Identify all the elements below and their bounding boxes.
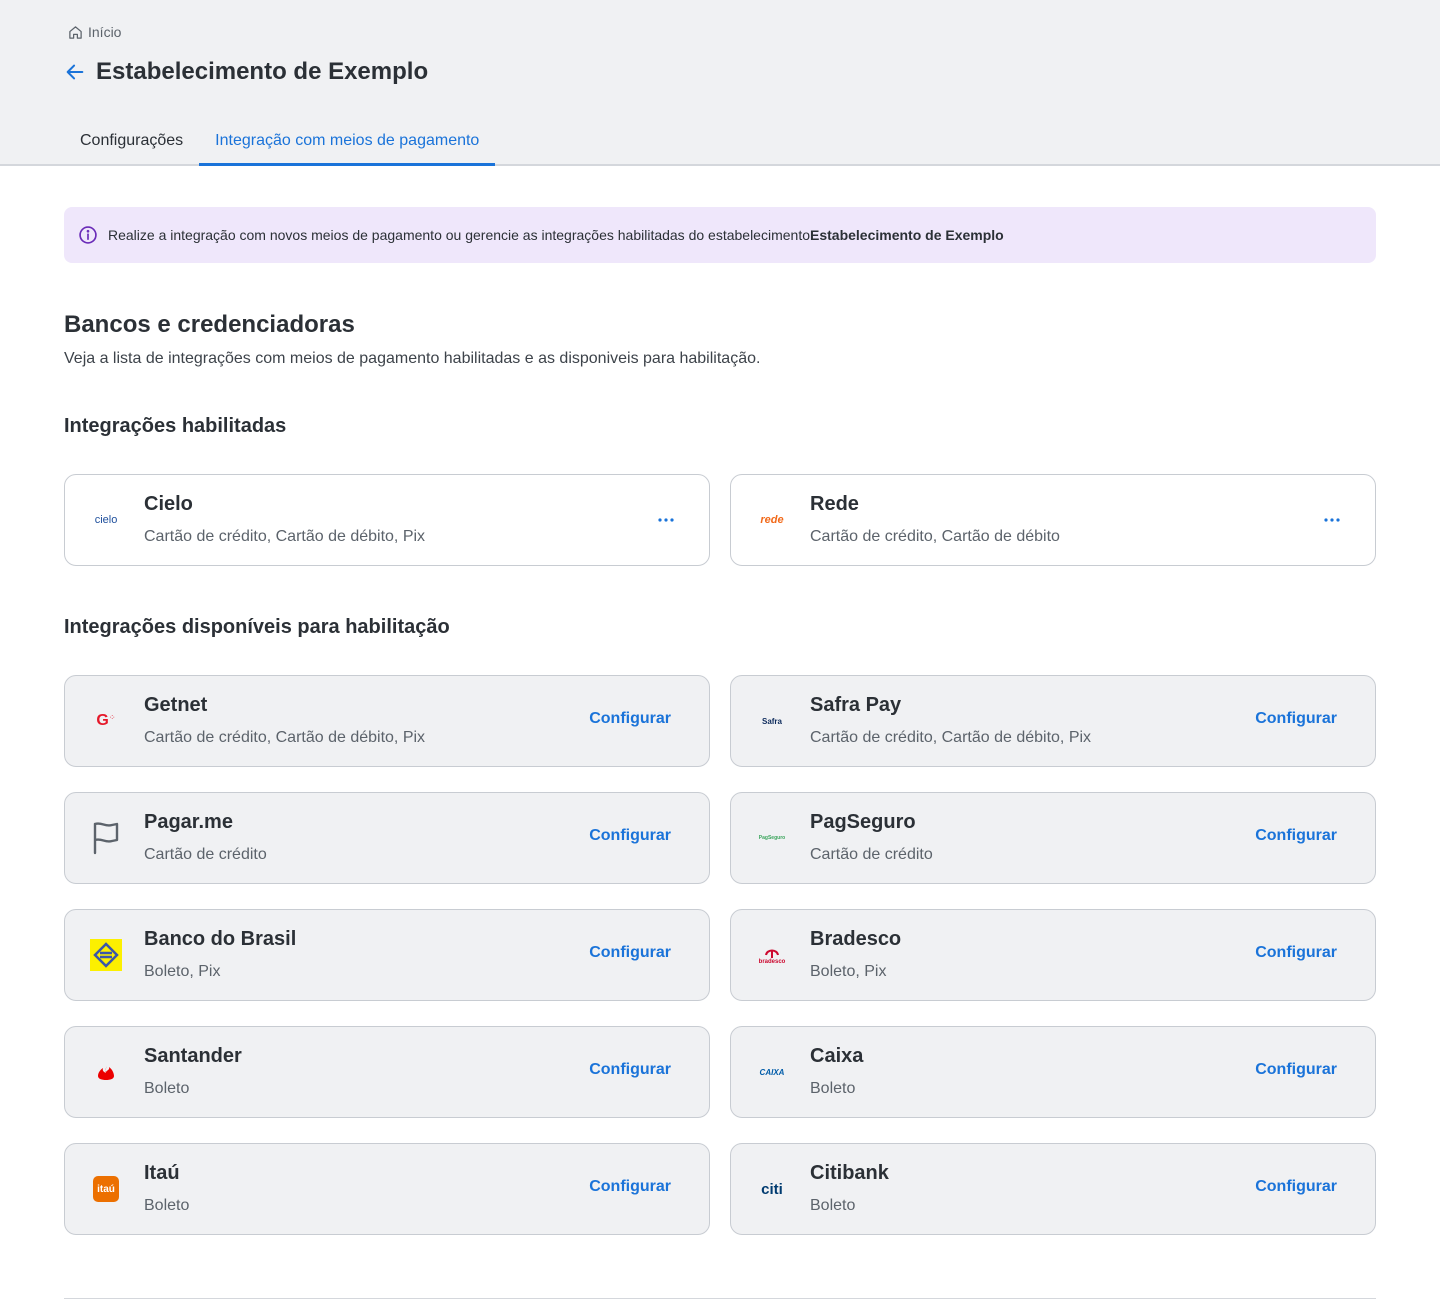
citi-logo-icon: citi xyxy=(761,1180,783,1198)
available-title: Integrações disponíveis para habilitação xyxy=(64,616,450,638)
caixa-logo-icon: CAIXA xyxy=(759,1067,785,1077)
pagseguro-logo-icon: PagSeguro xyxy=(758,835,786,841)
info-icon xyxy=(79,226,97,244)
home-icon xyxy=(69,25,82,39)
info-establishment: Estabelecimento de Exemplo xyxy=(810,227,1004,243)
integration-methods: Boleto, Pix xyxy=(144,963,221,980)
more-options-icon[interactable] xyxy=(1321,509,1343,531)
integration-card-pagarme: Pagar.me Cartão de crédito Configurar xyxy=(64,792,710,884)
integration-name: Getnet xyxy=(144,694,208,716)
integration-name: Itaú xyxy=(144,1162,180,1184)
integration-methods: Boleto xyxy=(144,1080,190,1097)
integration-methods: Boleto xyxy=(144,1197,190,1214)
rede-logo-icon: rede xyxy=(760,514,784,526)
integration-name: Citibank xyxy=(810,1162,889,1184)
configure-button[interactable]: Configurar xyxy=(1255,827,1337,845)
integration-card-safra-pay: Safra Safra Pay Cartão de crédito, Cartã… xyxy=(730,675,1376,767)
info-banner: Realize a integração com novos meios de … xyxy=(64,207,1376,263)
getnet-logo-icon: G ⁘ xyxy=(96,712,116,729)
tab-configuracoes[interactable]: Configurações xyxy=(64,118,199,166)
integration-card-caixa: CAIXA Caixa Boleto Configurar xyxy=(730,1026,1376,1118)
configure-button[interactable]: Configurar xyxy=(589,944,671,962)
breadcrumb-home[interactable]: Início xyxy=(88,24,121,40)
info-text: Realize a integração com novos meios de … xyxy=(108,227,810,243)
integration-name: Safra Pay xyxy=(810,694,902,716)
integration-methods: Cartão de crédito xyxy=(810,846,933,863)
integration-card-rede: rede Rede Cartão de crédito, Cartão de d… xyxy=(730,474,1376,566)
integration-name: PagSeguro xyxy=(810,811,916,833)
safra-logo-icon: Safra xyxy=(761,716,782,726)
configure-button[interactable]: Configurar xyxy=(589,827,671,845)
tab-integracao-pagamento[interactable]: Integração com meios de pagamento xyxy=(199,118,496,166)
bottom-divider xyxy=(64,1298,1376,1299)
configure-button[interactable]: Configurar xyxy=(589,1178,671,1196)
integration-name: Caixa xyxy=(810,1045,864,1067)
back-arrow-icon[interactable] xyxy=(64,61,86,83)
configure-button[interactable]: Configurar xyxy=(1255,1061,1337,1079)
integration-methods: Boleto xyxy=(810,1080,856,1097)
page-title: Estabelecimento de Exemplo xyxy=(96,58,429,85)
bradesco-logo-icon: bradesco xyxy=(755,938,789,972)
integration-name: Cielo xyxy=(144,493,193,515)
tab-bar: Configurações Integração com meios de pa… xyxy=(64,118,496,166)
integration-methods: Cartão de crédito, Cartão de débito xyxy=(810,528,1060,545)
integration-name: Rede xyxy=(810,493,859,515)
itau-logo-icon: itaú xyxy=(89,1172,123,1206)
integration-card-santander: Santander Boleto Configurar xyxy=(64,1026,710,1118)
integration-methods: Boleto xyxy=(810,1197,856,1214)
section-description: Veja a lista de integrações com meios de… xyxy=(64,350,761,367)
integration-methods: Boleto, Pix xyxy=(810,963,887,980)
integration-name: Pagar.me xyxy=(144,811,233,833)
cielo-logo-icon: cielo xyxy=(94,514,118,526)
integration-card-banco-do-brasil: Banco do Brasil Boleto, Pix Configurar xyxy=(64,909,710,1001)
configure-button[interactable]: Configurar xyxy=(589,710,671,728)
enabled-title: Integrações habilitadas xyxy=(64,415,287,437)
integration-card-cielo: cielo Cielo Cartão de crédito, Cartão de… xyxy=(64,474,710,566)
integration-name: Banco do Brasil xyxy=(144,928,297,950)
santander-flame-icon xyxy=(89,1055,123,1089)
breadcrumb[interactable]: Início xyxy=(68,24,121,40)
integration-methods: Cartão de crédito xyxy=(144,846,267,863)
configure-button[interactable]: Configurar xyxy=(589,1061,671,1079)
more-options-icon[interactable] xyxy=(655,509,677,531)
integration-name: Santander xyxy=(144,1045,242,1067)
section-title: Bancos e credenciadoras xyxy=(64,311,355,338)
configure-button[interactable]: Configurar xyxy=(1255,710,1337,728)
integration-card-itau: itaú Itaú Boleto Configurar xyxy=(64,1143,710,1235)
integration-card-bradesco: bradesco Bradesco Boleto, Pix Configurar xyxy=(730,909,1376,1001)
integration-card-pagseguro: PagSeguro PagSeguro Cartão de crédito Co… xyxy=(730,792,1376,884)
integration-methods: Cartão de crédito, Cartão de débito, Pix xyxy=(144,528,426,545)
flag-icon xyxy=(89,821,123,855)
integration-methods: Cartão de crédito, Cartão de débito, Pix xyxy=(810,729,1092,746)
configure-button[interactable]: Configurar xyxy=(1255,944,1337,962)
integration-name: Bradesco xyxy=(810,928,902,950)
integration-card-getnet: G ⁘ Getnet Cartão de crédito, Cartão de d… xyxy=(64,675,710,767)
page-header: Início Estabelecimento de Exemplo Config… xyxy=(0,0,1440,166)
integration-methods: Cartão de crédito, Cartão de débito, Pix xyxy=(144,729,426,746)
integration-card-citibank: citi Citibank Boleto Configurar xyxy=(730,1143,1376,1235)
configure-button[interactable]: Configurar xyxy=(1255,1178,1337,1196)
banco-do-brasil-logo-icon xyxy=(89,938,123,972)
